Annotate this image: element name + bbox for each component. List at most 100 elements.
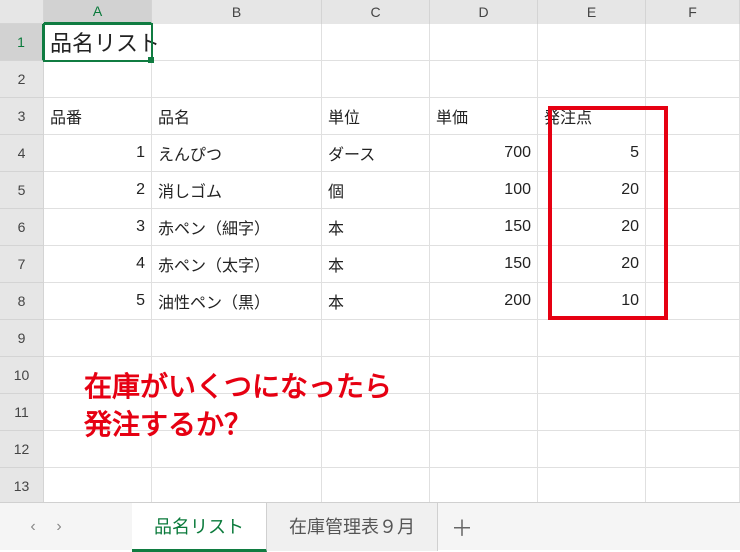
cell-B4[interactable]: えんぴつ bbox=[152, 135, 322, 172]
cell-E2[interactable] bbox=[538, 61, 646, 98]
cell-A4[interactable]: 1 bbox=[44, 135, 152, 172]
cell-C13[interactable] bbox=[322, 468, 430, 502]
cell-B11[interactable] bbox=[152, 394, 322, 431]
cell-F5[interactable] bbox=[646, 172, 740, 209]
column-header-A[interactable]: A bbox=[44, 0, 152, 24]
cell-B12[interactable] bbox=[152, 431, 322, 468]
cell-E5[interactable]: 20 bbox=[538, 172, 646, 209]
select-all-corner[interactable] bbox=[0, 0, 44, 24]
row-header-13[interactable]: 13 bbox=[0, 468, 44, 502]
row-header-1[interactable]: 1 bbox=[0, 24, 44, 61]
cell-A5[interactable]: 2 bbox=[44, 172, 152, 209]
cell-B1[interactable] bbox=[152, 24, 322, 61]
cell-A12[interactable] bbox=[44, 431, 152, 468]
cell-A11[interactable] bbox=[44, 394, 152, 431]
column-header-E[interactable]: E bbox=[538, 0, 646, 24]
cell-D5[interactable]: 100 bbox=[430, 172, 538, 209]
sheet-tab-0[interactable]: 品名リスト bbox=[132, 503, 267, 552]
cell-B9[interactable] bbox=[152, 320, 322, 357]
cell-B10[interactable] bbox=[152, 357, 322, 394]
cell-F10[interactable] bbox=[646, 357, 740, 394]
cell-D3[interactable]: 単価 bbox=[430, 98, 538, 135]
row-header-10[interactable]: 10 bbox=[0, 357, 44, 394]
row-header-6[interactable]: 6 bbox=[0, 209, 44, 246]
cell-E4[interactable]: 5 bbox=[538, 135, 646, 172]
column-header-B[interactable]: B bbox=[152, 0, 322, 24]
cell-C11[interactable] bbox=[322, 394, 430, 431]
cell-C3[interactable]: 単位 bbox=[322, 98, 430, 135]
cell-C5[interactable]: 個 bbox=[322, 172, 430, 209]
row-header-3[interactable]: 3 bbox=[0, 98, 44, 135]
cell-E1[interactable] bbox=[538, 24, 646, 61]
cell-A13[interactable] bbox=[44, 468, 152, 502]
cell-D10[interactable] bbox=[430, 357, 538, 394]
cell-A10[interactable] bbox=[44, 357, 152, 394]
column-header-F[interactable]: F bbox=[646, 0, 740, 24]
cell-F9[interactable] bbox=[646, 320, 740, 357]
cell-C10[interactable] bbox=[322, 357, 430, 394]
cell-C8[interactable]: 本 bbox=[322, 283, 430, 320]
cell-E11[interactable] bbox=[538, 394, 646, 431]
cell-D4[interactable]: 700 bbox=[430, 135, 538, 172]
row-header-9[interactable]: 9 bbox=[0, 320, 44, 357]
cell-F8[interactable] bbox=[646, 283, 740, 320]
row-header-12[interactable]: 12 bbox=[0, 431, 44, 468]
cell-E12[interactable] bbox=[538, 431, 646, 468]
tab-nav-prev[interactable]: ‹ bbox=[20, 514, 46, 540]
cell-E6[interactable]: 20 bbox=[538, 209, 646, 246]
cell-B3[interactable]: 品名 bbox=[152, 98, 322, 135]
cell-A9[interactable] bbox=[44, 320, 152, 357]
cell-F3[interactable] bbox=[646, 98, 740, 135]
row-header-4[interactable]: 4 bbox=[0, 135, 44, 172]
cell-B6[interactable]: 赤ペン（細字） bbox=[152, 209, 322, 246]
cell-C12[interactable] bbox=[322, 431, 430, 468]
cell-D1[interactable] bbox=[430, 24, 538, 61]
tab-nav-next[interactable]: › bbox=[46, 514, 72, 540]
cell-B2[interactable] bbox=[152, 61, 322, 98]
cell-D8[interactable]: 200 bbox=[430, 283, 538, 320]
cell-E7[interactable]: 20 bbox=[538, 246, 646, 283]
cell-C9[interactable] bbox=[322, 320, 430, 357]
cell-A7[interactable]: 4 bbox=[44, 246, 152, 283]
cell-A2[interactable] bbox=[44, 61, 152, 98]
column-header-C[interactable]: C bbox=[322, 0, 430, 24]
cell-A8[interactable]: 5 bbox=[44, 283, 152, 320]
cell-E9[interactable] bbox=[538, 320, 646, 357]
cell-F6[interactable] bbox=[646, 209, 740, 246]
cell-D9[interactable] bbox=[430, 320, 538, 357]
cell-C6[interactable]: 本 bbox=[322, 209, 430, 246]
cell-B7[interactable]: 赤ペン（太字） bbox=[152, 246, 322, 283]
cell-F11[interactable] bbox=[646, 394, 740, 431]
cell-D13[interactable] bbox=[430, 468, 538, 502]
cell-F2[interactable] bbox=[646, 61, 740, 98]
tab-add-button[interactable]: ＋ bbox=[438, 511, 486, 543]
cell-D6[interactable]: 150 bbox=[430, 209, 538, 246]
cell-C7[interactable]: 本 bbox=[322, 246, 430, 283]
cell-E3[interactable]: 発注点 bbox=[538, 98, 646, 135]
cell-C2[interactable] bbox=[322, 61, 430, 98]
column-header-D[interactable]: D bbox=[430, 0, 538, 24]
cell-F13[interactable] bbox=[646, 468, 740, 502]
cell-A1[interactable]: 品名リスト bbox=[44, 24, 152, 61]
cell-D2[interactable] bbox=[430, 61, 538, 98]
sheet-tab-1[interactable]: 在庫管理表９月 bbox=[267, 503, 438, 551]
cell-B13[interactable] bbox=[152, 468, 322, 502]
cell-E8[interactable]: 10 bbox=[538, 283, 646, 320]
cell-C1[interactable] bbox=[322, 24, 430, 61]
cell-F4[interactable] bbox=[646, 135, 740, 172]
row-header-5[interactable]: 5 bbox=[0, 172, 44, 209]
cell-F12[interactable] bbox=[646, 431, 740, 468]
cell-A3[interactable]: 品番 bbox=[44, 98, 152, 135]
cell-D11[interactable] bbox=[430, 394, 538, 431]
row-header-11[interactable]: 11 bbox=[0, 394, 44, 431]
cell-D12[interactable] bbox=[430, 431, 538, 468]
cell-C4[interactable]: ダース bbox=[322, 135, 430, 172]
cell-F1[interactable] bbox=[646, 24, 740, 61]
cell-D7[interactable]: 150 bbox=[430, 246, 538, 283]
cell-B5[interactable]: 消しゴム bbox=[152, 172, 322, 209]
row-header-2[interactable]: 2 bbox=[0, 61, 44, 98]
cell-A6[interactable]: 3 bbox=[44, 209, 152, 246]
cell-E10[interactable] bbox=[538, 357, 646, 394]
cell-F7[interactable] bbox=[646, 246, 740, 283]
cell-B8[interactable]: 油性ペン（黒） bbox=[152, 283, 322, 320]
